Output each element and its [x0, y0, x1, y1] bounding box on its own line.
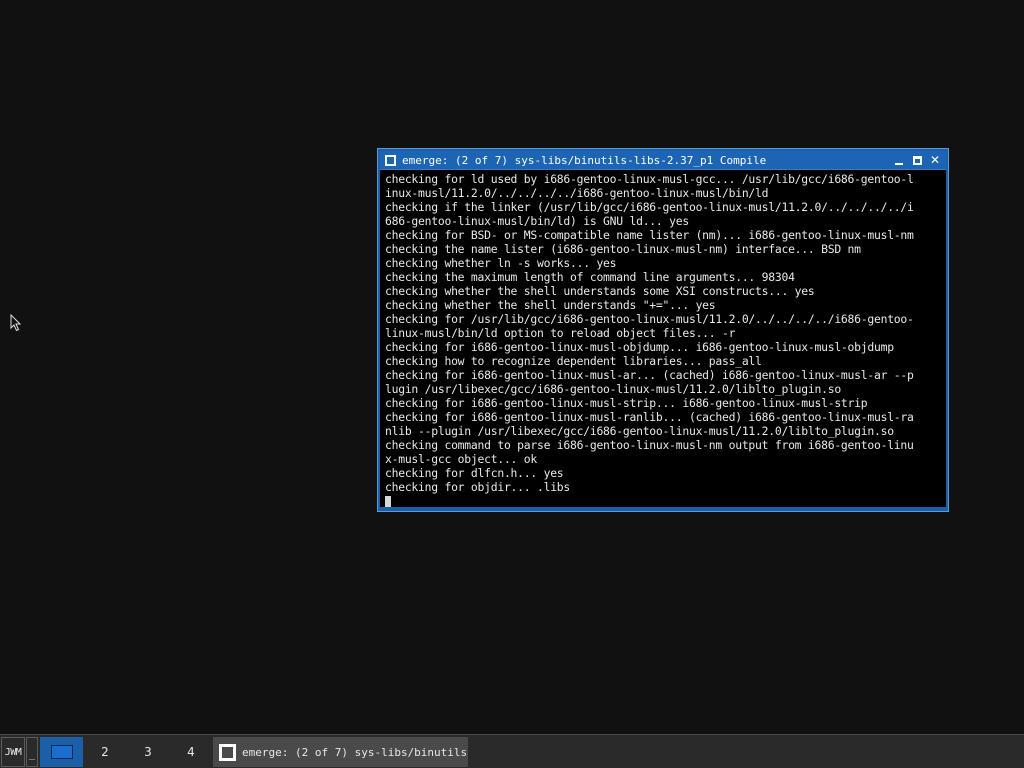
- terminal-output[interactable]: checking for ld used by i686-gentoo-linu…: [380, 169, 946, 507]
- terminal-line: checking the name lister (i686-gentoo-li…: [385, 242, 861, 256]
- terminal-line: checking if the linker (/usr/lib/gcc/i68…: [385, 200, 914, 214]
- terminal-line: checking for BSD- or MS-compatible name …: [385, 228, 914, 242]
- terminal-line: checking command to parse i686-gentoo-li…: [385, 438, 914, 452]
- terminal-line: x-musl-gcc object... ok: [385, 452, 537, 466]
- maximize-button[interactable]: [910, 153, 924, 167]
- close-icon: ✕: [929, 153, 941, 167]
- pager-window-thumbnail: [50, 745, 73, 759]
- taskbar: JWM _ 2 3 4 emerge: (2 of 7) sys-libs/bi…: [0, 734, 1024, 768]
- desktop-pager-2[interactable]: 2: [84, 737, 126, 767]
- window-menu-icon[interactable]: [385, 154, 396, 166]
- window-icon: [219, 743, 236, 761]
- desktop-pager-1[interactable]: [40, 737, 83, 767]
- terminal-line: checking for dlfcn.h... yes: [385, 466, 564, 480]
- jwm-menu-button[interactable]: JWM: [1, 737, 25, 767]
- terminal-line: checking whether ln -s works... yes: [385, 256, 617, 270]
- terminal-line: checking whether the shell understands s…: [385, 284, 815, 298]
- terminal-line: checking for objdir... .libs: [385, 480, 571, 494]
- close-button[interactable]: ✕: [928, 153, 942, 167]
- terminal-line: checking the maximum length of command l…: [385, 270, 795, 284]
- task-label: emerge: (2 of 7) sys-libs/binutils-lil: [242, 745, 468, 759]
- terminal-line: checking for i686-gentoo-linux-musl-objd…: [385, 340, 894, 354]
- text-cursor: [385, 495, 391, 507]
- minimize-button[interactable]: [892, 153, 906, 167]
- terminal-line: checking how to recognize dependent libr…: [385, 354, 762, 368]
- window-title: emerge: (2 of 7) sys-libs/binutils-libs-…: [402, 153, 767, 167]
- terminal-window[interactable]: emerge: (2 of 7) sys-libs/binutils-libs-…: [377, 148, 949, 512]
- desktop-pager-4[interactable]: 4: [170, 737, 212, 767]
- desktop-pager-3[interactable]: 3: [127, 737, 169, 767]
- terminal-line: lugin /usr/libexec/gcc/i686-gentoo-linux…: [385, 382, 841, 396]
- show-desktop-button[interactable]: _: [26, 737, 38, 767]
- terminal-lines: checking for ld used by i686-gentoo-linu…: [385, 172, 946, 494]
- mouse-pointer-icon: [10, 314, 22, 332]
- terminal-line: 686-gentoo-linux-musl/bin/ld) is GNU ld.…: [385, 214, 689, 228]
- terminal-line: inux-musl/11.2.0/../../../../i686-gentoo…: [385, 186, 769, 200]
- terminal-line: checking for /usr/lib/gcc/i686-gentoo-li…: [385, 312, 914, 326]
- maximize-icon: [912, 155, 922, 165]
- terminal-line: checking for ld used by i686-gentoo-linu…: [385, 172, 914, 186]
- terminal-line: checking for i686-gentoo-linux-musl-ranl…: [385, 410, 914, 424]
- terminal-line: checking whether the shell understands "…: [385, 298, 716, 312]
- terminal-line: nlib --plugin /usr/libexec/gcc/i686-gent…: [385, 424, 894, 438]
- minimize-icon: [895, 163, 903, 165]
- terminal-line: checking for i686-gentoo-linux-musl-stri…: [385, 396, 868, 410]
- window-titlebar[interactable]: emerge: (2 of 7) sys-libs/binutils-libs-…: [380, 151, 946, 169]
- taskbar-task-emerge[interactable]: emerge: (2 of 7) sys-libs/binutils-lil: [213, 737, 468, 767]
- terminal-line: linux-musl/bin/ld option to reload objec…: [385, 326, 736, 340]
- terminal-line: checking for i686-gentoo-linux-musl-ar..…: [385, 368, 914, 382]
- terminal-prompt-line[interactable]: [385, 494, 946, 507]
